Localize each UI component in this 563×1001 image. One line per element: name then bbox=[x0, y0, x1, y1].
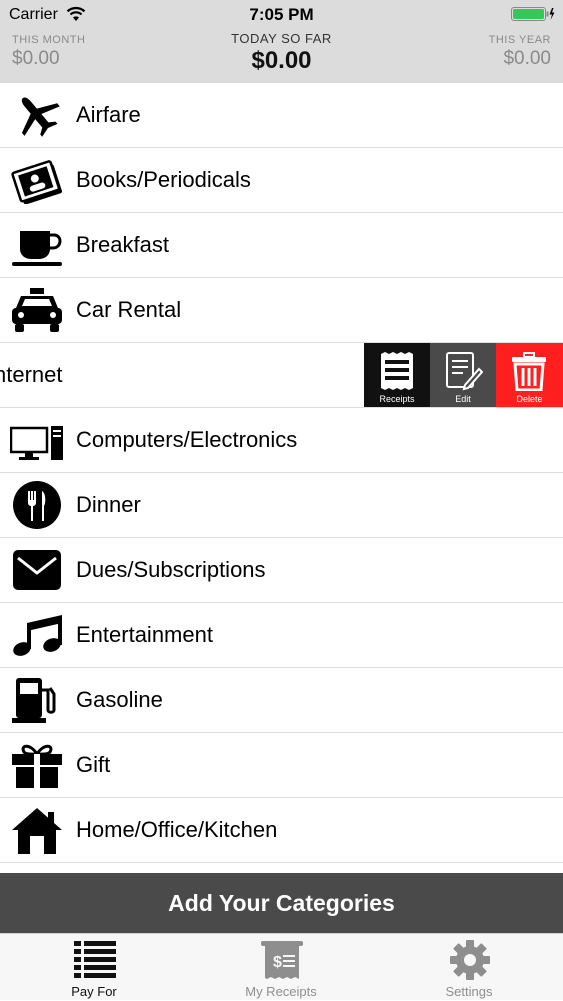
category-label: nternet bbox=[0, 362, 63, 387]
trash-icon bbox=[512, 352, 546, 391]
house-icon bbox=[10, 806, 64, 854]
category-row-gasoline[interactable]: Gasoline bbox=[0, 668, 563, 733]
category-label: Airfare bbox=[76, 102, 141, 127]
coffee-cup-icon bbox=[10, 221, 64, 269]
category-row-computers-electronics[interactable]: Computers/Electronics bbox=[0, 408, 563, 473]
battery-icon bbox=[511, 7, 555, 21]
this-year-amount: $0.00 bbox=[503, 48, 551, 69]
edit-action-label: Edit bbox=[455, 394, 471, 404]
gear-icon bbox=[450, 940, 490, 980]
music-note-icon bbox=[10, 611, 64, 659]
tab-pay-for[interactable]: Pay For bbox=[24, 934, 164, 1001]
category-label: Gift bbox=[76, 752, 111, 777]
edit-icon bbox=[446, 352, 483, 391]
category-label: Dues/Subscriptions bbox=[76, 557, 266, 582]
category-row-car-rental[interactable]: Car Rental bbox=[0, 278, 563, 343]
clock: 7:05 PM bbox=[249, 5, 314, 24]
category-row-gift[interactable]: Gift bbox=[0, 733, 563, 798]
taxi-icon bbox=[10, 286, 64, 334]
today-total: TODAY SO FAR $0.00 bbox=[0, 31, 563, 75]
tab-pay-for-label: Pay For bbox=[71, 984, 117, 999]
fork-knife-icon bbox=[10, 481, 64, 529]
category-row-dues-subscriptions[interactable]: Dues/Subscriptions bbox=[0, 538, 563, 603]
today-amount: $0.00 bbox=[251, 47, 312, 74]
category-list[interactable]: Airfare Books/Periodicals Breakfast Car … bbox=[0, 83, 563, 873]
this-year-total: THIS YEAR $0.00 bbox=[489, 34, 551, 70]
svg-text:$: $ bbox=[273, 954, 282, 971]
gas-pump-icon bbox=[10, 676, 64, 724]
category-label: Entertainment bbox=[76, 622, 213, 647]
gift-icon bbox=[10, 741, 64, 789]
tab-settings-label: Settings bbox=[445, 984, 493, 999]
delete-action-button[interactable]: Delete bbox=[496, 343, 563, 407]
category-label: Home/Office/Kitchen bbox=[76, 817, 278, 842]
envelope-icon bbox=[10, 546, 64, 594]
category-label: Gasoline bbox=[76, 687, 163, 712]
category-row-internet-swiped[interactable]: nternet Receipts Edit Delete bbox=[0, 343, 563, 408]
category-row-airfare[interactable]: Airfare bbox=[0, 83, 563, 148]
this-year-label: THIS YEAR bbox=[488, 34, 551, 46]
tab-settings[interactable]: Settings bbox=[399, 934, 539, 1001]
tab-my-receipts-label: My Receipts bbox=[245, 984, 317, 999]
category-row-home-office-kitchen[interactable]: Home/Office/Kitchen bbox=[0, 798, 563, 863]
category-label: Books/Periodicals bbox=[76, 167, 251, 192]
tab-bar: Pay For $ My Receipts Settings bbox=[0, 933, 563, 1000]
category-row-entertainment[interactable]: Entertainment bbox=[0, 603, 563, 668]
category-label: Computers/Electronics bbox=[76, 427, 298, 452]
receipts-action-label: Receipts bbox=[379, 394, 415, 404]
swipe-actions: Receipts Edit Delete bbox=[364, 343, 563, 407]
list-icon bbox=[74, 941, 116, 978]
tab-my-receipts[interactable]: $ My Receipts bbox=[211, 934, 351, 1001]
edit-action-button[interactable]: Edit bbox=[430, 343, 496, 407]
category-row-breakfast[interactable]: Breakfast bbox=[0, 213, 563, 278]
category-label: Dinner bbox=[76, 492, 141, 517]
receipts-action-button[interactable]: Receipts bbox=[364, 343, 430, 407]
add-categories-button[interactable]: Add Your Categories bbox=[0, 873, 563, 933]
receipt-dollar-icon: $ bbox=[261, 941, 303, 979]
category-row-books-periodicals[interactable]: Books/Periodicals bbox=[0, 148, 563, 213]
category-row-dinner[interactable]: Dinner bbox=[0, 473, 563, 538]
delete-action-label: Delete bbox=[516, 394, 543, 404]
header: Carrier 7:05 PM THIS MONTH $0.00 TODAY S… bbox=[0, 0, 563, 83]
airplane-icon bbox=[10, 91, 64, 139]
today-label: TODAY SO FAR bbox=[231, 31, 332, 46]
books-icon bbox=[10, 156, 64, 204]
receipt-icon bbox=[381, 352, 413, 390]
category-label: Car Rental bbox=[76, 297, 182, 322]
category-label: Breakfast bbox=[76, 232, 169, 257]
computer-icon bbox=[10, 416, 64, 464]
status-bar: Carrier 7:05 PM bbox=[0, 0, 563, 28]
